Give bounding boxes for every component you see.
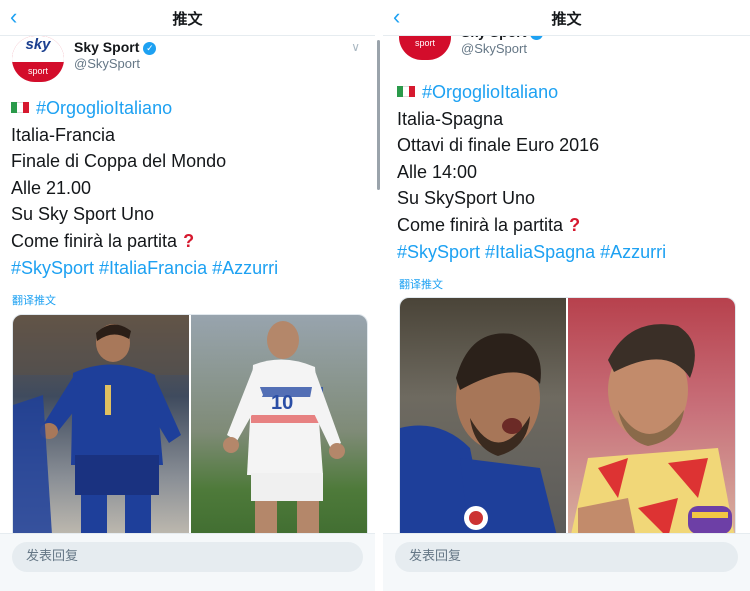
page-title: 推文 xyxy=(172,10,203,28)
hashtag-links[interactable]: #SkySport #ItaliaFrancia #Azzurri xyxy=(11,255,278,282)
translate-tweet-link[interactable]: 翻译推文 xyxy=(12,292,56,308)
france-player-illustration: 10 xyxy=(223,321,345,548)
italy-flag-icon xyxy=(11,102,29,113)
author-handle[interactable]: @SkySport xyxy=(74,56,140,71)
reply-bar: 发表回复 xyxy=(0,533,375,591)
reply-bar: 发表回复 xyxy=(383,533,750,591)
author-name[interactable]: Sky Sport✓ xyxy=(74,39,157,55)
player-photo-france[interactable]: 10 xyxy=(191,315,367,548)
tweet-author[interactable]: sky sport Sky Sport ✓ @SkySport ∨ xyxy=(12,36,360,82)
tweet-media[interactable]: 10 xyxy=(12,314,368,549)
tweet-line: Alle 21.00 xyxy=(11,177,92,198)
author-name-text: Sky Sport xyxy=(74,39,140,55)
jersey-number: 10 xyxy=(271,392,293,414)
avatar-logo-subtext: sport xyxy=(414,38,435,48)
page-title: 推文 xyxy=(551,10,582,28)
tweet-media[interactable] xyxy=(399,297,736,547)
tweet-panel-left: ‹ 推文 sky sport Sky Sport ✓ @SkySport ∨ #O… xyxy=(0,0,375,591)
tweet-line: Finale di Coppa del Mondo xyxy=(11,151,227,172)
tweet-text: #OrgoglioItaliano Italia-Francia Finale … xyxy=(11,95,278,281)
avatar-logo-text: sky xyxy=(25,36,51,53)
tweet-line: Come finirà la partita xyxy=(11,230,178,251)
reply-input[interactable]: 发表回复 xyxy=(12,542,363,572)
player-photo-spain[interactable] xyxy=(568,298,735,546)
chevron-down-icon[interactable]: ∨ xyxy=(351,40,360,54)
avatar-logo-subtext: sport xyxy=(27,66,48,76)
italy-player-illustration xyxy=(13,315,189,548)
translate-tweet-link[interactable]: 翻译推文 xyxy=(399,276,443,292)
reply-input[interactable]: 发表回复 xyxy=(395,542,738,572)
player-photo-italy[interactable] xyxy=(400,298,566,546)
tweet-line: Su SkySport Uno xyxy=(397,188,536,209)
avatar[interactable]: sky sport xyxy=(12,36,64,82)
question-mark-icon: ? xyxy=(183,230,195,251)
author-handle[interactable]: @SkySport xyxy=(461,41,527,56)
hashtag-link[interactable]: #OrgoglioItaliano xyxy=(422,82,558,102)
top-nav-bar: ‹ 推文 xyxy=(0,0,375,36)
italy-player-illustration xyxy=(400,333,560,546)
player-photo-italy[interactable] xyxy=(13,315,189,548)
tweet-line: Alle 14:00 xyxy=(397,161,478,182)
tweet-line: Ottavi di finale Euro 2016 xyxy=(397,135,600,156)
tweet-panel-right: sport Sky Sport✓ @SkySport ‹ 推文 #Orgogli… xyxy=(383,0,750,591)
tweet-line: Italia-Francia xyxy=(11,124,116,145)
tweet-line: Come finirà la partita xyxy=(397,214,564,235)
hashtag-link[interactable]: #OrgoglioItaliano xyxy=(36,98,172,118)
spain-player-illustration xyxy=(568,324,735,546)
tweet-text: #OrgoglioItaliano Italia-Spagna Ottavi d… xyxy=(397,79,666,265)
italy-flag-icon xyxy=(397,86,415,97)
top-nav-bar: ‹ 推文 xyxy=(383,0,750,36)
tweet-line: Su Sky Sport Uno xyxy=(11,204,155,225)
hashtag-links[interactable]: #SkySport #ItaliaSpagna #Azzurri xyxy=(397,239,666,266)
question-mark-icon: ? xyxy=(569,214,581,235)
verified-icon: ✓ xyxy=(143,42,157,55)
tweet-line: Italia-Spagna xyxy=(397,108,504,129)
scrollbar[interactable] xyxy=(377,40,380,190)
